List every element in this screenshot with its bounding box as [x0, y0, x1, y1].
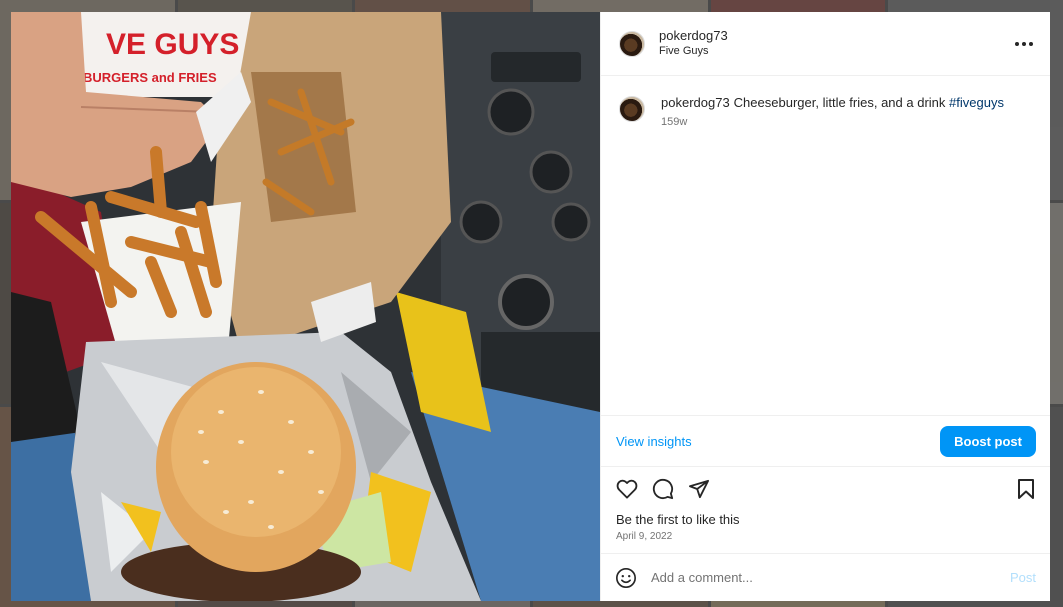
caption-text: pokerdog73 Cheeseburger, little fries, an… — [661, 94, 1004, 112]
post-comment-button[interactable]: Post — [1010, 570, 1036, 585]
share-icon — [689, 479, 709, 499]
header-text: pokerdog73 Five Guys — [659, 28, 1012, 59]
caption-body: pokerdog73 Cheeseburger, little fries, an… — [661, 94, 1004, 128]
caption-message: Cheeseburger, little fries, and a drink — [733, 95, 946, 110]
cup-slogan-text: BURGERS and FRIES — [83, 70, 217, 85]
comment-input[interactable] — [651, 570, 1010, 585]
add-comment-bar: Post — [601, 553, 1050, 601]
more-options-button[interactable] — [1012, 32, 1036, 56]
insights-bar: View insights Boost post — [601, 415, 1050, 467]
emoji-icon — [616, 567, 636, 588]
food-photo-illustration: VE GUYS BURGERS and FRIES — [11, 12, 600, 601]
username[interactable]: pokerdog73 — [659, 28, 1012, 44]
share-button[interactable] — [687, 477, 711, 501]
cup-logo-text: VE GUYS — [106, 28, 239, 61]
comment-icon — [652, 478, 674, 500]
post-modal: VE GUYS BURGERS and FRIES pokerdog73 Fiv… — [11, 12, 1050, 601]
comment-button[interactable] — [651, 477, 675, 501]
post-header: pokerdog73 Five Guys — [601, 12, 1050, 76]
heart-icon — [616, 479, 638, 499]
caption-avatar[interactable] — [619, 96, 645, 122]
caption-username[interactable]: pokerdog73 — [661, 95, 730, 110]
comments-section: pokerdog73 Cheeseburger, little fries, an… — [601, 76, 1050, 415]
caption-timestamp: 159w — [661, 116, 688, 128]
post-details-panel: pokerdog73 Five Guys pokerdog73 Cheesebur… — [600, 12, 1050, 601]
likes-text: Be the first to like this — [616, 512, 740, 527]
emoji-button[interactable] — [615, 567, 637, 589]
boost-post-button[interactable]: Boost post — [940, 425, 1036, 457]
post-date: April 9, 2022 — [616, 531, 673, 542]
avatar[interactable] — [619, 30, 645, 57]
post-photo[interactable]: VE GUYS BURGERS and FRIES — [11, 12, 600, 601]
more-horizontal-icon — [1015, 41, 1033, 46]
hashtag-link[interactable]: #fiveguys — [949, 95, 1004, 110]
bookmark-icon — [1018, 479, 1034, 499]
view-insights-link[interactable]: View insights — [616, 434, 692, 449]
caption: pokerdog73 Cheeseburger, little fries, an… — [619, 94, 1032, 128]
like-button[interactable] — [615, 477, 639, 501]
save-button[interactable] — [1014, 477, 1038, 501]
action-bar — [601, 467, 1050, 511]
location[interactable]: Five Guys — [659, 44, 1012, 59]
